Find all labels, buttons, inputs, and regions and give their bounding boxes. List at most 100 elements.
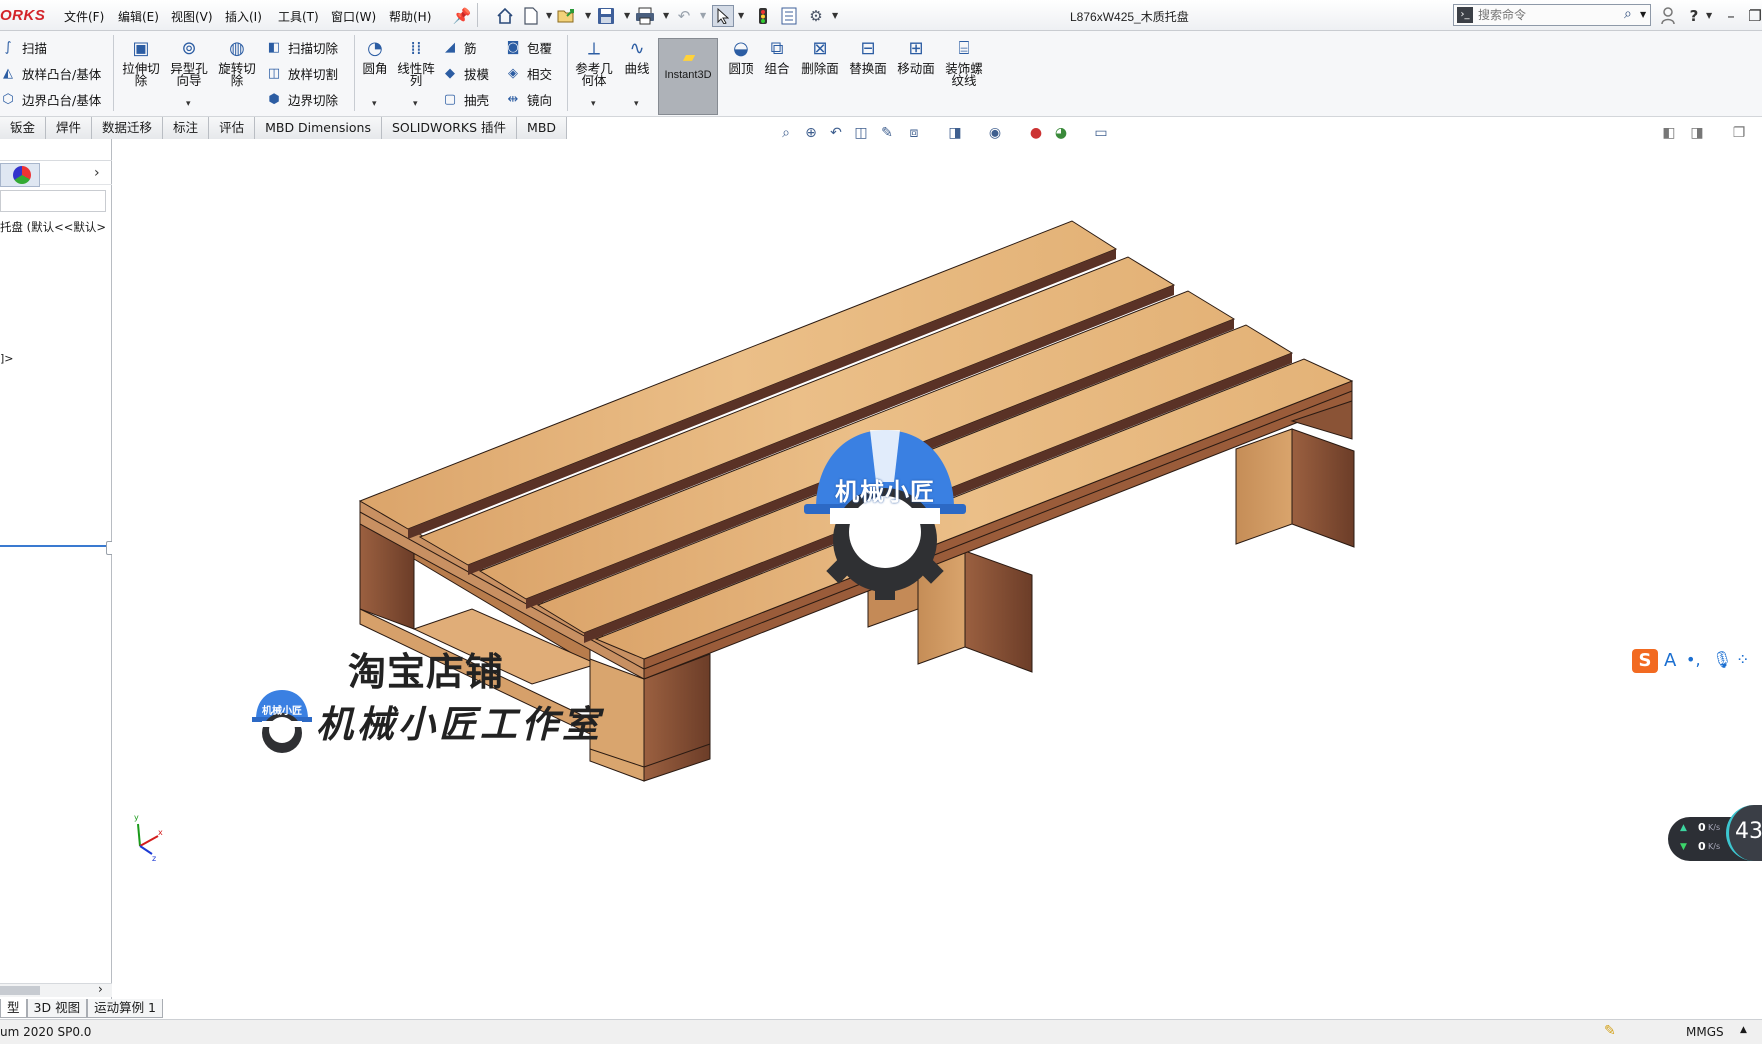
tab-evaluate[interactable]: 评估 xyxy=(209,117,256,139)
undo-dropdown-icon[interactable]: ▼ xyxy=(700,11,706,20)
save-icon[interactable] xyxy=(595,5,617,27)
print-icon[interactable] xyxy=(634,5,656,27)
fillet-dropdown-icon[interactable]: ▾ xyxy=(372,99,377,109)
traffic-light-icon[interactable] xyxy=(752,5,774,27)
search-dropdown-icon[interactable]: ▼ xyxy=(1640,10,1646,19)
unit-system-label[interactable]: MMGS xyxy=(1686,1025,1724,1039)
menu-insert[interactable]: 插入(I) xyxy=(225,8,262,25)
rebuild-status-icon[interactable]: ✎ xyxy=(1604,1023,1616,1039)
new-icon[interactable] xyxy=(520,5,542,27)
search-input[interactable] xyxy=(1478,7,1618,23)
scroll-right-icon[interactable]: › xyxy=(98,982,103,996)
linear-pattern-button[interactable]: ⁞⁞ 线性阵列 xyxy=(393,35,439,87)
sogou-ime-icon[interactable]: S xyxy=(1632,649,1658,673)
reference-geometry-button[interactable]: ⟂ 参考几何体 xyxy=(571,35,617,87)
loft-boss-button[interactable]: ◭ 放样凸台/基体 xyxy=(0,63,101,83)
ime-more-icon[interactable]: ⁘ xyxy=(1736,650,1749,669)
tab-3d-views[interactable]: 3D 视图 xyxy=(26,999,88,1018)
cosmetic-thread-button[interactable]: ⌸ 装饰螺纹线 xyxy=(940,35,988,87)
open-icon[interactable] xyxy=(556,5,578,27)
feature-tree-root[interactable]: 托盘 (默认<<默认> xyxy=(0,219,112,235)
tab-sheet-metal[interactable]: 钣金 xyxy=(0,117,47,139)
delete-face-button[interactable]: ⊠ 删除面 xyxy=(794,35,846,75)
mirror-button[interactable]: ⇹ 镜向 xyxy=(505,89,552,109)
appearance-tab[interactable] xyxy=(0,163,40,187)
move-face-button[interactable]: ⊞ 移动面 xyxy=(890,35,942,75)
linear-pattern-dropdown-icon[interactable]: ▾ xyxy=(413,99,418,109)
hole-wizard-button[interactable]: ⊚ 异型孔向导 xyxy=(166,35,212,87)
menu-view[interactable]: 视图(V) xyxy=(171,8,213,25)
shell-button[interactable]: ▢ 抽壳 xyxy=(442,89,489,109)
extrude-cut-button[interactable]: ▣ 拉伸切除 xyxy=(118,35,164,87)
select-dropdown-icon[interactable]: ▼ xyxy=(738,11,744,20)
tab-data-migration[interactable]: 数据迁移 xyxy=(92,117,164,139)
boundary-boss-button[interactable]: ⬡ 边界凸台/基体 xyxy=(0,89,101,109)
sweep-button[interactable]: ∫ 扫描 xyxy=(0,37,47,57)
search-command-box[interactable]: ›_ ⌕ ▼ xyxy=(1453,4,1651,26)
help-dropdown-icon[interactable]: ▼ xyxy=(1706,11,1712,20)
open-dropdown-icon[interactable]: ▼ xyxy=(585,11,591,20)
print-dropdown-icon[interactable]: ▼ xyxy=(663,11,669,20)
menu-edit[interactable]: 编辑(E) xyxy=(118,8,159,25)
draft-button[interactable]: ◆ 拔模 xyxy=(442,63,489,83)
menu-tools[interactable]: 工具(T) xyxy=(278,8,319,25)
help-icon[interactable]: ? xyxy=(1683,5,1705,27)
search-icon[interactable]: ⌕ xyxy=(1624,6,1632,22)
undo-icon[interactable]: ↶ xyxy=(673,5,695,27)
rib-button[interactable]: ◢ 筋 xyxy=(442,37,477,57)
tab-motion-study[interactable]: 运动算例 1 xyxy=(87,999,164,1018)
wrap-button[interactable]: ◙ 包覆 xyxy=(505,37,552,57)
tab-weldments[interactable]: 焊件 xyxy=(46,117,93,139)
ime-toolbar[interactable]: S A •, 🎙 ⁘ xyxy=(1632,647,1762,675)
curves-button[interactable]: ∿ 曲线 xyxy=(614,35,660,75)
graphics-area[interactable]: y x z 机械小匠 淘宝店铺 机械小匠 机械小匠工作室 S A •, 🎙 ⁘ … xyxy=(112,139,1762,999)
panel-splitter[interactable] xyxy=(0,545,109,547)
swept-cut-button[interactable]: ◧ 扫描切除 xyxy=(266,37,338,57)
replace-face-button[interactable]: ⊟ 替换面 xyxy=(842,35,894,75)
tab-annotation[interactable]: 标注 xyxy=(163,117,210,139)
menu-file[interactable]: 文件(F) xyxy=(64,8,104,25)
options-icon[interactable]: ⚙ xyxy=(805,5,827,27)
minimize-icon[interactable]: – xyxy=(1720,5,1742,27)
revolve-cut-button[interactable]: ◍ 旋转切除 xyxy=(214,35,260,87)
home-icon[interactable] xyxy=(494,5,516,27)
file-properties-icon[interactable] xyxy=(778,5,800,27)
tab-model[interactable]: 型 xyxy=(0,999,27,1018)
fillet-button[interactable]: ◔ 圆角 xyxy=(352,35,398,75)
panel-expand-icon[interactable]: › xyxy=(94,165,100,181)
pin-icon[interactable]: 📌 xyxy=(451,5,473,27)
tab-mbd[interactable]: MBD xyxy=(517,117,568,139)
feature-tree-item[interactable]: ]> xyxy=(0,352,14,365)
ime-punctuation-icon[interactable]: •, xyxy=(1686,650,1701,669)
select-icon[interactable] xyxy=(712,5,734,27)
cosmetic-thread-label: 装饰螺纹线 xyxy=(945,61,983,88)
curves-dropdown-icon[interactable]: ▾ xyxy=(634,99,639,109)
save-dropdown-icon[interactable]: ▼ xyxy=(624,11,630,20)
units-dropdown-icon[interactable]: ▲ xyxy=(1740,1025,1747,1035)
microphone-icon[interactable]: 🎙 xyxy=(1712,650,1732,669)
boundary-cut-button[interactable]: ⬢ 边界切除 xyxy=(266,89,338,109)
ime-mode-label[interactable]: A xyxy=(1664,650,1676,671)
restore-icon[interactable]: ❐ xyxy=(1744,5,1762,27)
options-dropdown-icon[interactable]: ▼ xyxy=(832,11,838,20)
reference-geometry-dropdown-icon[interactable]: ▾ xyxy=(591,99,596,109)
menu-help[interactable]: 帮助(H) xyxy=(389,8,431,25)
horizontal-scrollbar[interactable]: › xyxy=(0,982,112,997)
user-icon[interactable] xyxy=(1657,5,1679,27)
sweep-icon: ∫ xyxy=(4,39,12,55)
watermark-logo: 机械小匠 xyxy=(800,422,970,602)
menu-window[interactable]: 窗口(W) xyxy=(331,8,376,25)
ribbon-separator xyxy=(567,35,568,111)
new-dropdown-icon[interactable]: ▼ xyxy=(546,11,552,20)
scrollbar-thumb[interactable] xyxy=(0,986,40,995)
filter-input[interactable] xyxy=(0,190,106,212)
intersect-button[interactable]: ◈ 相交 xyxy=(505,63,552,83)
instant3d-icon: ▰ xyxy=(682,47,696,66)
lofted-cut-button[interactable]: ◫ 放样切割 xyxy=(266,63,338,83)
tab-mbd-dimensions[interactable]: MBD Dimensions xyxy=(255,117,382,139)
instant3d-button[interactable]: ▰ Instant3D xyxy=(658,38,718,115)
tab-solidworks-addins[interactable]: SOLIDWORKS 插件 xyxy=(382,117,518,139)
network-monitor-widget[interactable]: ▲ 0 K/s ▼ 0 K/s 43 xyxy=(1668,805,1762,861)
hole-wizard-dropdown-icon[interactable]: ▾ xyxy=(186,99,191,109)
feature-manager-panel: › 托盘 (默认<<默认> ]> › xyxy=(0,139,114,999)
